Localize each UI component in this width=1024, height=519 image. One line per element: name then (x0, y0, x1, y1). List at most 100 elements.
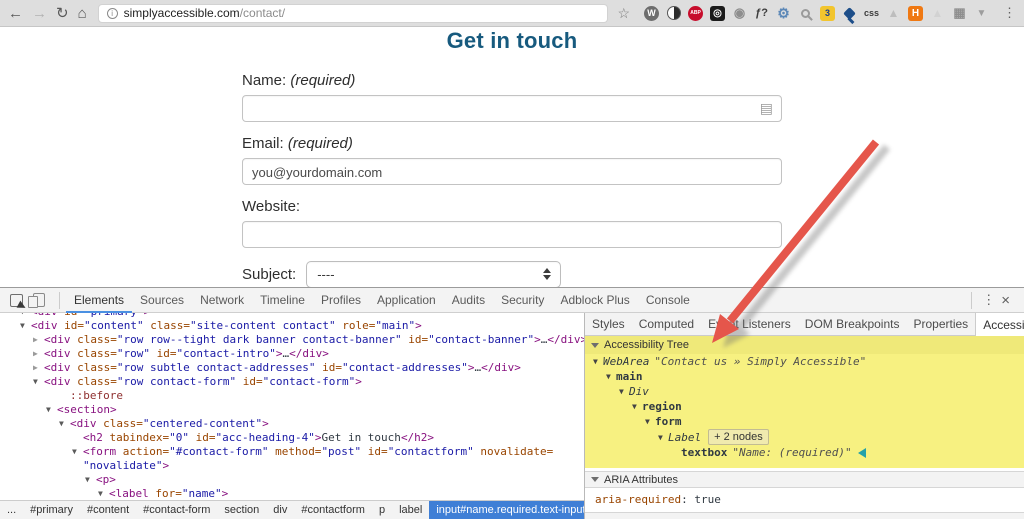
expanded-arrow-icon[interactable]: ▼ (645, 414, 655, 429)
devtools-tab-profiles[interactable]: Profiles (313, 288, 369, 313)
chevron-icon[interactable]: ▼ (973, 5, 990, 22)
email-input[interactable]: you@yourdomain.com (242, 158, 782, 185)
bookmark-star-icon[interactable]: ☆ (617, 5, 630, 22)
collapsed-arrow-icon[interactable]: ▶ (33, 333, 44, 347)
devtools-tab-security[interactable]: Security (493, 288, 552, 313)
expanded-arrow-icon[interactable]: ▼ (59, 417, 70, 431)
breadcrumb-item[interactable]: #contactform (294, 501, 372, 519)
devtools-close-icon[interactable]: × (1001, 292, 1010, 309)
dom-tree-row[interactable]: ▼ <div class="row contact-form" id="conta… (0, 375, 584, 389)
device-toolbar-icon[interactable] (28, 293, 45, 308)
devtools-tab-network[interactable]: Network (192, 288, 252, 313)
name-input[interactable]: ▤ (242, 95, 782, 122)
expanded-arrow-icon[interactable]: ▼ (606, 369, 616, 384)
devtools-menu-icon[interactable]: ⋮ (982, 292, 995, 308)
expanded-arrow-icon[interactable]: ▼ (619, 384, 629, 399)
accessibility-tree-row[interactable]: ▼ Label + 2 nodes (585, 429, 1024, 445)
screenshot-icon[interactable]: ◎ (709, 5, 726, 22)
adblock-plus-icon[interactable]: ABP (687, 5, 704, 22)
devtools-tab-audits[interactable]: Audits (444, 288, 493, 313)
sidebar-tab-accessibility[interactable]: Accessibility (975, 313, 1024, 336)
collapsed-arrow-icon[interactable]: ▶ (33, 361, 44, 375)
dom-tree-row[interactable]: ▶ <div class="row row--tight dark banner … (0, 333, 584, 347)
breadcrumb-item[interactable]: #primary (23, 501, 80, 519)
expanded-arrow-icon[interactable]: ▼ (20, 319, 31, 333)
reload-icon[interactable]: ↻ (56, 6, 69, 21)
accessibility-tree-row[interactable]: ▼ form (585, 414, 1024, 429)
wordpress-icon[interactable]: W (643, 5, 660, 22)
autofill-icon[interactable]: ▤ (760, 101, 773, 115)
dom-tree-row[interactable]: ▶ <div class="row" id="contact-intro">…</… (0, 347, 584, 361)
expanded-arrow-icon[interactable]: ▼ (33, 375, 44, 389)
gear-icon[interactable]: ⚙ (775, 5, 792, 22)
back-icon[interactable]: ← (8, 6, 23, 21)
aria-attributes-header[interactable]: ARIA Attributes (585, 471, 1024, 488)
dom-tree-row[interactable]: ▶ <div class="row subtle contact-addresse… (0, 361, 584, 375)
breadcrumb-item[interactable]: div (266, 501, 294, 519)
devtools-tab-sources[interactable]: Sources (132, 288, 192, 313)
triangle-icon[interactable]: ▲ (885, 5, 902, 22)
dom-tree-row[interactable]: ▼ <form action="#contact-form" method="po… (0, 445, 584, 459)
sidebar-tab-dom-breakpoints[interactable]: DOM Breakpoints (798, 313, 907, 335)
dom-tree-row[interactable]: ▼ <div class="centered-content"> (0, 417, 584, 431)
home-icon[interactable]: ⌂ (78, 6, 87, 21)
dom-tree-row[interactable]: ▼ <p> (0, 473, 584, 487)
accessibility-tree-header[interactable]: Accessibility Tree (585, 336, 1024, 354)
calendar-icon[interactable]: 3 (819, 5, 836, 22)
devtools-tab-application[interactable]: Application (369, 288, 444, 313)
collapsed-arrow-icon[interactable]: ▶ (33, 347, 44, 361)
accessibility-tree-row[interactable]: ▼ region (585, 399, 1024, 414)
qr-icon[interactable]: ▦ (951, 5, 968, 22)
sidebar-tab-styles[interactable]: Styles (585, 313, 632, 335)
dom-tree-row[interactable]: "novalidate"> (0, 459, 584, 473)
website-input[interactable] (242, 221, 782, 248)
expanded-arrow-icon[interactable]: ▼ (98, 487, 109, 500)
accessibility-tree-row[interactable]: ▼ main (585, 369, 1024, 384)
breadcrumb-item[interactable]: label (392, 501, 429, 519)
node-count-badge[interactable]: + 2 nodes (708, 429, 769, 445)
breadcrumb-item[interactable]: section (217, 501, 266, 519)
devtools-tab-adblock-plus[interactable]: Adblock Plus (552, 288, 637, 313)
accessibility-tree-row[interactable]: ▼ Div (585, 384, 1024, 399)
expanded-arrow-icon[interactable]: ▼ (85, 473, 96, 487)
expanded-arrow-icon[interactable]: ▼ (72, 445, 83, 459)
accessibility-tree-row[interactable]: textbox "Name: (required)" (585, 445, 1024, 460)
function-icon[interactable]: ƒ? (753, 5, 770, 22)
url-text[interactable]: simplyaccessible.com/contact/ (124, 6, 285, 20)
expanded-arrow-icon[interactable]: ▼ (593, 354, 603, 369)
css-icon[interactable]: css (863, 5, 880, 22)
sidebar-tab-event-listeners[interactable]: Event Listeners (701, 313, 798, 335)
site-info-icon[interactable]: i (106, 7, 118, 19)
browser-menu-icon[interactable]: ⋮ (1003, 5, 1016, 21)
breadcrumb-item[interactable]: #contact-form (136, 501, 217, 519)
devtools-tab-elements[interactable]: Elements (66, 288, 132, 313)
dom-tree-row[interactable]: ▼ <div id="content" class="site-content c… (0, 319, 584, 333)
sidebar-tab-computed[interactable]: Computed (632, 313, 701, 335)
cloud-icon[interactable]: ▲ (929, 5, 946, 22)
contrast-icon[interactable] (665, 5, 682, 22)
devtools-tab-timeline[interactable]: Timeline (252, 288, 313, 313)
h-icon[interactable]: H (907, 5, 924, 22)
address-bar[interactable]: i simplyaccessible.com/contact/ (97, 3, 609, 23)
breadcrumb-item[interactable]: p (372, 501, 392, 519)
breadcrumb-item[interactable]: input#name.required.text-input (429, 501, 584, 519)
page-title: Get in touch (446, 28, 578, 53)
dom-tree-row[interactable]: ▼ <section> (0, 403, 584, 417)
forward-icon[interactable]: → (32, 6, 47, 21)
dom-tree-row[interactable]: <h2 tabindex="0" id="acc-heading-4">Get … (0, 431, 584, 445)
magnifier-icon[interactable] (797, 5, 814, 22)
axe-icon[interactable] (841, 5, 858, 22)
breadcrumb-item[interactable]: #content (80, 501, 136, 519)
subject-select[interactable]: ---- (306, 261, 562, 287)
breadcrumb-item[interactable]: ... (0, 501, 23, 519)
expanded-arrow-icon[interactable]: ▼ (46, 403, 57, 417)
inspect-element-icon[interactable] (10, 293, 23, 307)
expanded-arrow-icon[interactable]: ▼ (632, 399, 642, 414)
camera-icon[interactable]: ◉ (731, 5, 748, 22)
dom-tree-row[interactable]: ▼ <label for="name"> (0, 487, 584, 500)
accessibility-tree-row[interactable]: ▼ WebArea "Contact us » Simply Accessible" (585, 354, 1024, 369)
sidebar-tab-properties[interactable]: Properties (906, 313, 975, 335)
dom-tree-row[interactable]: ::before (0, 389, 584, 403)
expanded-arrow-icon[interactable]: ▼ (658, 430, 668, 445)
devtools-tab-console[interactable]: Console (638, 288, 698, 313)
